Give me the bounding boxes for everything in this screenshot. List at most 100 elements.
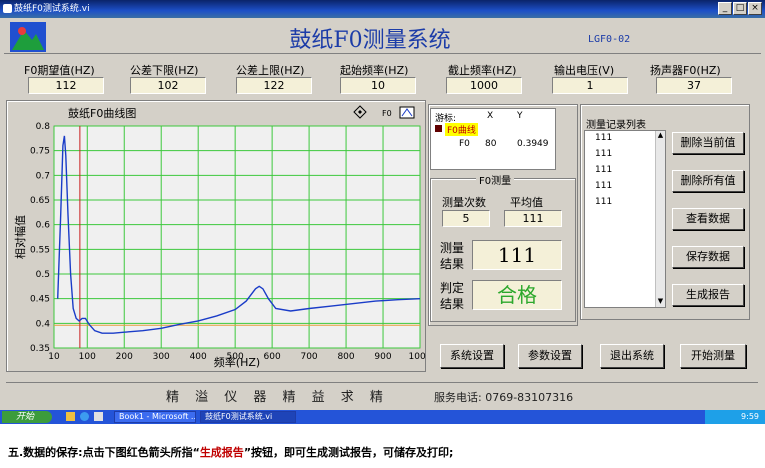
start-button[interactable]: 开始 bbox=[2, 411, 52, 423]
cursor-table[interactable]: 游标: X Y F0曲线 F0 80 0.3949 bbox=[430, 108, 556, 170]
param-field-lower-tolerance[interactable]: 102 bbox=[130, 77, 206, 94]
y-tick-label: 0.4 bbox=[36, 319, 51, 329]
param-field-speaker-f0[interactable]: 37 bbox=[656, 77, 732, 94]
generate-report-button[interactable]: 生成报告 bbox=[672, 284, 744, 306]
result-value: 111 bbox=[472, 240, 562, 270]
logo-icon bbox=[10, 22, 46, 52]
param-label-f0-expected: F0期望值(HZ) bbox=[24, 64, 95, 77]
view-data-button[interactable]: 查看数据 bbox=[672, 208, 744, 230]
y-tick-label: 0.45 bbox=[30, 295, 50, 305]
caption-highlight: 生成报告 bbox=[199, 446, 244, 459]
count-value: 5 bbox=[442, 210, 490, 227]
record-list-title: 测量记录列表 bbox=[586, 120, 646, 131]
y-tick-label: 0.65 bbox=[30, 196, 50, 206]
avg-label: 平均值 bbox=[510, 196, 543, 209]
f0-measure-group: F0测量 测量次数 5 平均值 111 测量结果 111 判定结果 合格 bbox=[430, 172, 576, 322]
list-scrollbar[interactable]: ▲ ▼ bbox=[655, 131, 665, 307]
save-data-button[interactable]: 保存数据 bbox=[672, 246, 744, 268]
param-field-output-voltage[interactable]: 1 bbox=[552, 77, 628, 94]
list-item[interactable]: 111 bbox=[595, 149, 612, 159]
scroll-down-icon[interactable]: ▼ bbox=[656, 297, 665, 307]
maximize-button[interactable]: □ bbox=[733, 2, 747, 15]
x-tick-label: 800 bbox=[337, 352, 354, 362]
param-label-start-freq: 起始频率(HZ) bbox=[340, 64, 409, 77]
quicklaunch-browser-icon[interactable] bbox=[80, 412, 89, 421]
quicklaunch-folder-icon[interactable] bbox=[66, 412, 75, 421]
x-tick-label: 600 bbox=[264, 352, 281, 362]
param-settings-button[interactable]: 参数设置 bbox=[518, 344, 582, 368]
avg-value: 111 bbox=[504, 210, 562, 227]
minimize-button[interactable]: _ bbox=[718, 2, 732, 15]
x-tick-label: 900 bbox=[374, 352, 391, 362]
y-tick-label: 0.5 bbox=[36, 270, 50, 280]
close-button[interactable]: × bbox=[748, 2, 762, 15]
scroll-up-icon[interactable]: ▲ bbox=[656, 131, 665, 141]
y-axis-label: 相对幅值 bbox=[14, 215, 27, 259]
taskbar-item-excel[interactable]: Book1 - Microsoft ... bbox=[114, 411, 196, 423]
x-tick-label: 200 bbox=[116, 352, 133, 362]
list-item[interactable]: 111 bbox=[595, 133, 612, 143]
list-item[interactable]: 111 bbox=[595, 181, 612, 191]
y-tick-label: 0.35 bbox=[30, 344, 50, 354]
x-tick-label: 1000 bbox=[409, 352, 426, 362]
cursor-col-y: Y bbox=[517, 111, 523, 121]
delete-current-button[interactable]: 删除当前值 bbox=[672, 132, 744, 154]
x-axis-label: 频率(HZ) bbox=[214, 355, 260, 368]
param-label-output-voltage: 输出电压(V) bbox=[554, 64, 615, 77]
app-window: 鼓纸F0测试系统.vi _ □ × 鼓纸F0测量系统 LGF0-02 F0期望值… bbox=[0, 0, 765, 410]
param-label-stop-freq: 截止频率(HZ) bbox=[448, 64, 517, 77]
app-icon bbox=[3, 4, 12, 13]
x-tick-label: 400 bbox=[190, 352, 207, 362]
quicklaunch-app-icon[interactable] bbox=[94, 412, 103, 421]
param-label-speaker-f0: 扬声器F0(HZ) bbox=[650, 64, 721, 77]
clock: 9:59 bbox=[741, 412, 759, 421]
y-tick-label: 0.75 bbox=[30, 147, 50, 157]
param-label-lower-tolerance: 公差下限(HZ) bbox=[130, 64, 199, 77]
x-tick-label: 10 bbox=[48, 352, 60, 362]
system-settings-button[interactable]: 系统设置 bbox=[440, 344, 504, 368]
cursor-row-x: 80 bbox=[485, 139, 497, 149]
judge-label: 判定结果 bbox=[440, 281, 465, 311]
system-tray: 9:59 bbox=[705, 410, 765, 424]
param-label-upper-tolerance: 公差上限(HZ) bbox=[236, 64, 305, 77]
list-item[interactable]: 111 bbox=[595, 165, 612, 175]
record-list[interactable]: 111 111 111 111 111 ▲ ▼ bbox=[584, 130, 666, 308]
cursor-row-name: F0 bbox=[459, 139, 470, 149]
cursor-col-x: X bbox=[487, 111, 494, 121]
x-tick-label: 700 bbox=[300, 352, 317, 362]
cursor-row-y: 0.3949 bbox=[517, 139, 549, 149]
judge-value: 合格 bbox=[472, 280, 562, 310]
title-bar[interactable]: 鼓纸F0测试系统.vi _ □ × bbox=[0, 0, 765, 18]
f0-group-title: F0测量 bbox=[476, 172, 515, 187]
f0-chart: 鼓纸F0曲线图 F0 10 100 200 300 400 500 600 700 800 900… bbox=[14, 105, 426, 368]
param-field-f0-expected[interactable]: 112 bbox=[28, 77, 104, 94]
start-measure-button[interactable]: 开始测量 bbox=[680, 344, 746, 368]
list-item[interactable]: 111 bbox=[595, 197, 612, 207]
legend-label: F0 bbox=[382, 109, 392, 118]
y-tick-label: 0.7 bbox=[36, 171, 50, 181]
taskbar-item-vi[interactable]: 鼓纸F0测试系统.vi bbox=[200, 411, 296, 423]
app-title: 鼓纸F0测量系统 bbox=[289, 28, 451, 53]
chart-title: 鼓纸F0曲线图 bbox=[68, 106, 136, 120]
y-tick-label: 0.6 bbox=[36, 221, 51, 231]
legend-zoom-icon[interactable] bbox=[353, 105, 367, 119]
cursor-tree-root[interactable]: F0曲线 bbox=[445, 123, 478, 136]
plot-area[interactable] bbox=[53, 125, 421, 349]
param-field-stop-freq[interactable]: 1000 bbox=[446, 77, 522, 94]
legend-line-icon bbox=[399, 106, 415, 119]
x-tick-label: 100 bbox=[79, 352, 96, 362]
model-label: LGF0-02 bbox=[588, 34, 631, 45]
exit-system-button[interactable]: 退出系统 bbox=[600, 344, 664, 368]
count-label: 测量次数 bbox=[442, 196, 486, 209]
result-label: 测量结果 bbox=[440, 241, 465, 271]
service-phone: 服务电话: 0769-83107316 bbox=[434, 391, 574, 404]
tree-node-icon bbox=[435, 125, 442, 132]
y-tick-label: 0.8 bbox=[36, 122, 51, 132]
param-field-start-freq[interactable]: 10 bbox=[340, 77, 416, 94]
delete-all-button[interactable]: 删除所有值 bbox=[672, 170, 744, 192]
y-tick-label: 0.55 bbox=[30, 245, 50, 255]
window-title: 鼓纸F0测试系统.vi bbox=[14, 4, 90, 14]
x-tick-label: 300 bbox=[153, 352, 170, 362]
param-field-upper-tolerance[interactable]: 122 bbox=[236, 77, 312, 94]
caption-text: 五.数据的保存:点击下图红色箭头所指“生成报告”按钮，即可生成测试报告，可储存及… bbox=[8, 446, 454, 459]
